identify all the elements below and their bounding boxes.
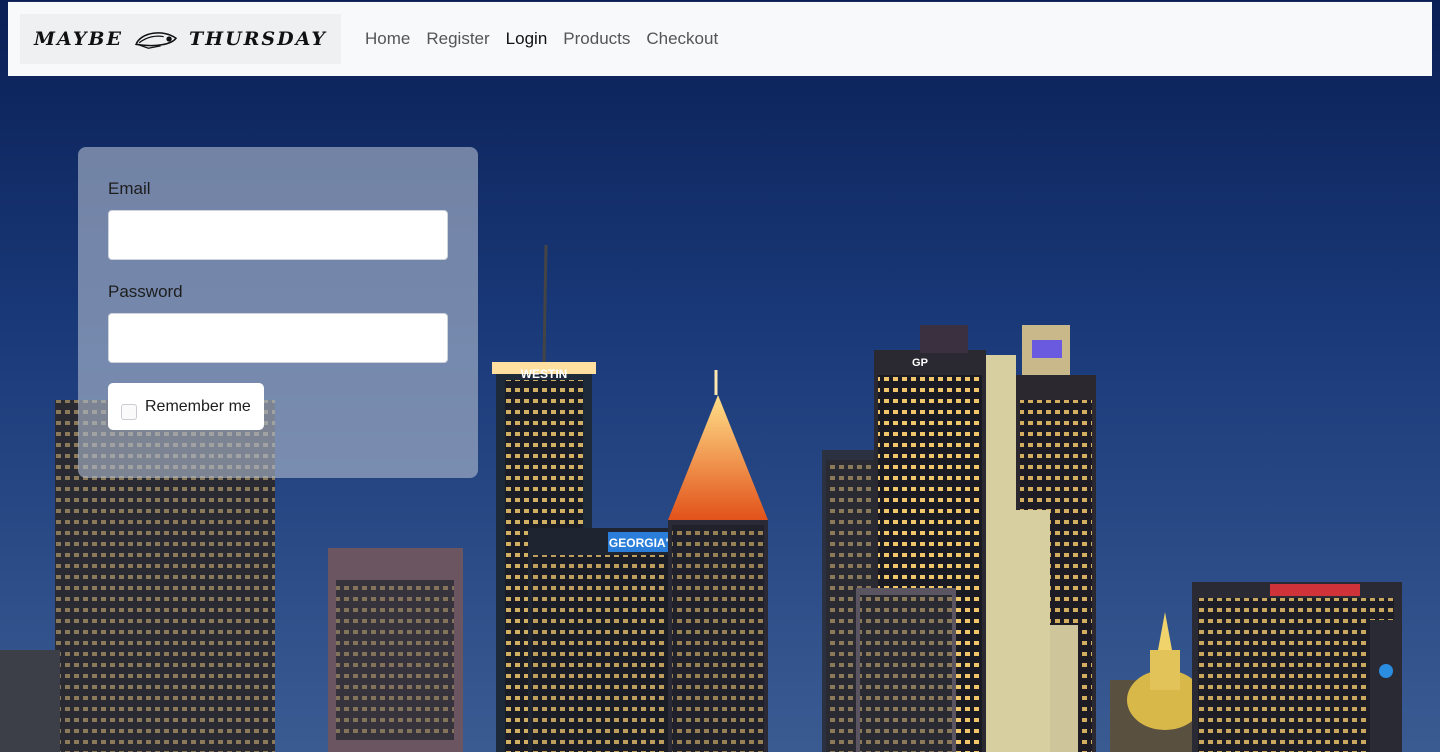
nav-link-checkout[interactable]: Checkout [646,29,718,49]
password-field[interactable] [108,313,448,363]
password-group: Password [108,282,448,363]
brand-logo[interactable]: MAYBE THURSDAY [20,14,341,64]
email-field[interactable] [108,210,448,260]
nav-links: Home Register Login Products Checkout [365,29,718,49]
remember-me-checkbox[interactable] [121,403,137,420]
brand-name-left: MAYBE [34,28,123,50]
top-navbar: MAYBE THURSDAY Home Register Login Produ… [8,1,1432,76]
cap-icon [134,32,177,49]
remember-me-label: Remember me [145,397,251,415]
nav-link-login[interactable]: Login [506,29,548,49]
nav-link-register[interactable]: Register [426,29,489,49]
password-label: Password [108,282,183,301]
nav-link-products[interactable]: Products [563,29,630,49]
remember-me-toggle[interactable]: Remember me [108,383,264,430]
brand-name-right: THURSDAY [188,28,327,50]
westin-sign: WESTIN [521,367,568,381]
login-form: Email Password Remember me [78,147,478,478]
email-label: Email [108,179,151,198]
email-group: Email [108,179,448,260]
nav-link-home[interactable]: Home [365,29,410,49]
gp-sign: GP [912,357,928,369]
